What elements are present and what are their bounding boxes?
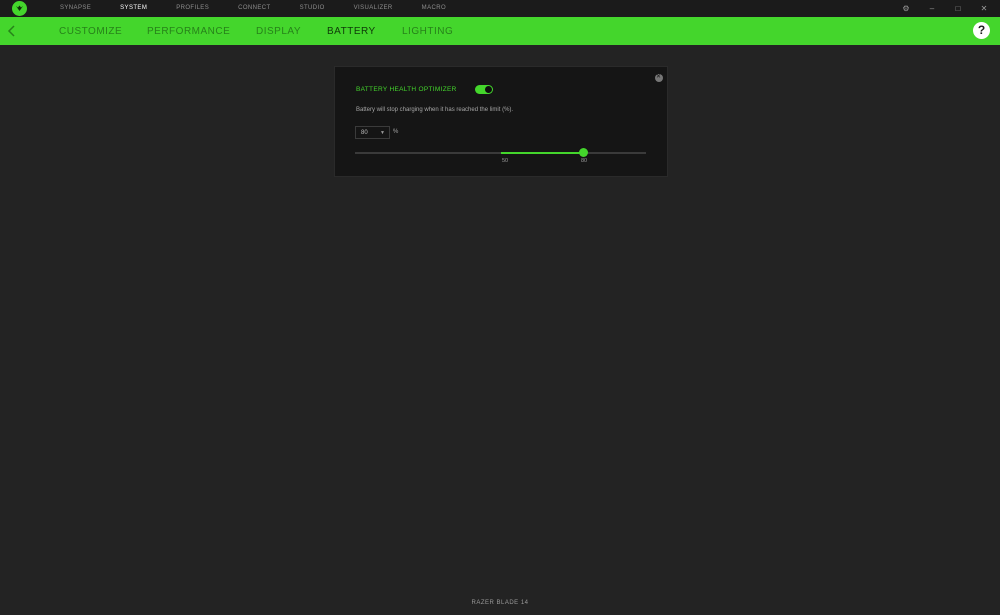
help-icon[interactable]: ?	[973, 22, 990, 39]
top-nav-connect[interactable]: CONNECT	[238, 0, 270, 17]
optimizer-toggle[interactable]	[475, 85, 493, 94]
settings-icon[interactable]: ⚙	[896, 0, 916, 17]
title-bar: SYNAPSE SYSTEM PROFILES CONNECT STUDIO V…	[0, 0, 1000, 17]
razer-logo-icon	[12, 1, 27, 16]
optimizer-description: Battery will stop charging when it has r…	[356, 107, 514, 113]
maximize-icon[interactable]: □	[948, 0, 968, 17]
charge-limit-value: 80	[361, 130, 368, 136]
tab-lighting[interactable]: LIGHTING	[402, 17, 453, 46]
percent-unit: %	[393, 129, 399, 135]
charge-limit-slider[interactable]	[355, 148, 646, 157]
slider-max-label: 80	[581, 158, 588, 164]
top-nav-macro[interactable]: MACRO	[422, 0, 446, 17]
top-nav-profiles[interactable]: PROFILES	[176, 0, 209, 17]
close-icon[interactable]: ✕	[655, 74, 663, 82]
tab-battery[interactable]: BATTERY	[327, 17, 376, 46]
chevron-down-icon: ▼	[380, 130, 385, 136]
optimizer-title: BATTERY HEALTH OPTIMIZER	[356, 86, 457, 93]
toggle-knob	[485, 86, 492, 93]
back-arrow-icon[interactable]	[4, 23, 20, 39]
charge-limit-dropdown[interactable]: 80 ▼	[355, 126, 390, 139]
close-window-icon[interactable]: ✕	[974, 0, 994, 17]
top-nav: SYNAPSE SYSTEM PROFILES CONNECT STUDIO V…	[60, 0, 475, 17]
top-nav-system[interactable]: SYSTEM	[120, 0, 147, 17]
top-nav-synapse[interactable]: SYNAPSE	[60, 0, 91, 17]
device-name: RAZER BLADE 14	[471, 600, 529, 606]
tab-display[interactable]: DISPLAY	[256, 17, 301, 46]
tab-performance[interactable]: PERFORMANCE	[147, 17, 230, 46]
slider-fill	[501, 152, 583, 154]
sub-nav-bar: CUSTOMIZE PERFORMANCE DISPLAY BATTERY LI…	[0, 17, 1000, 45]
slider-thumb[interactable]	[579, 148, 588, 157]
top-nav-visualizer[interactable]: VISUALIZER	[354, 0, 393, 17]
tab-customize[interactable]: CUSTOMIZE	[59, 17, 122, 46]
battery-optimizer-panel: ✕ BATTERY HEALTH OPTIMIZER Battery will …	[334, 66, 668, 177]
minimize-icon[interactable]: –	[922, 0, 942, 17]
slider-min-label: 50	[502, 158, 509, 164]
top-nav-studio[interactable]: STUDIO	[300, 0, 325, 17]
